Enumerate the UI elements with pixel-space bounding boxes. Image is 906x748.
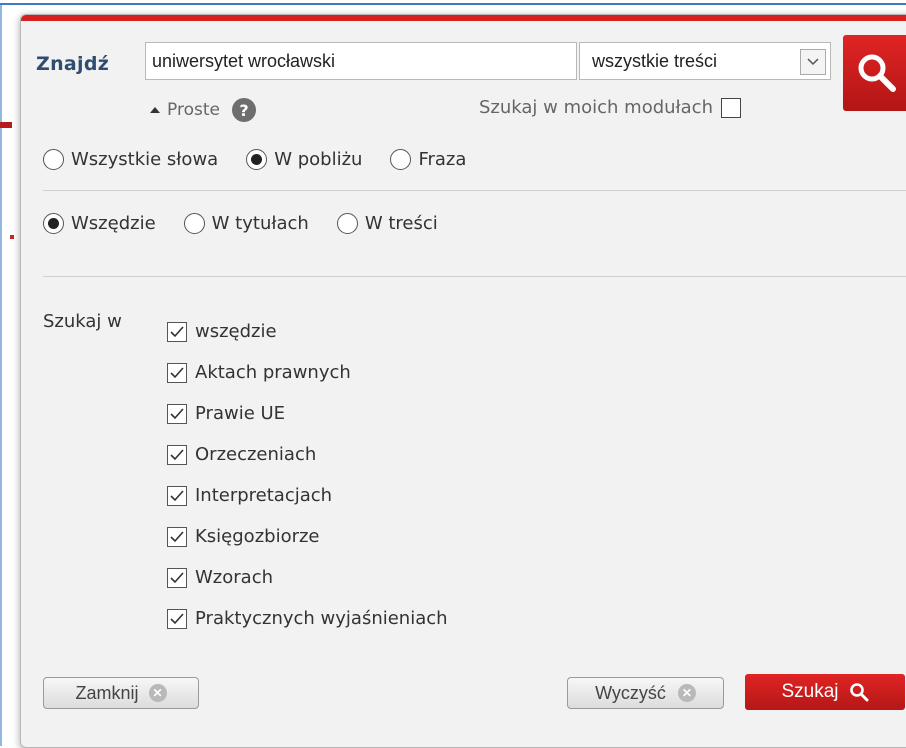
- check-icon: [170, 489, 184, 501]
- check-icon: [170, 612, 184, 624]
- divider: [43, 276, 906, 277]
- clear-button-label: Wyczyść: [595, 682, 666, 703]
- background-edge: [0, 0, 2, 746]
- radio-label: W treści: [364, 213, 438, 234]
- list-item[interactable]: Interpretacjach: [167, 475, 448, 516]
- close-button[interactable]: Zamknij ✕: [43, 677, 199, 709]
- list-item-label: Księgozbiorze: [195, 526, 320, 547]
- checkbox-checked[interactable]: [167, 608, 187, 629]
- scope-select-value: wszystkie treści: [592, 50, 718, 71]
- list-item-label: Orzeczeniach: [195, 444, 317, 465]
- list-item-label: Wzorach: [195, 567, 273, 588]
- checkbox-checked[interactable]: [167, 485, 187, 506]
- list-item-label: Prawie UE: [195, 403, 286, 424]
- search-button-label: Szukaj: [781, 681, 839, 702]
- panel-top-bar: [21, 15, 906, 21]
- check-icon: [170, 530, 184, 542]
- checkbox-checked[interactable]: [167, 362, 187, 383]
- close-icon: ✕: [677, 684, 696, 702]
- chevron-down-icon[interactable]: [800, 49, 826, 75]
- radio-button[interactable]: [43, 213, 64, 234]
- search-input[interactable]: [145, 42, 577, 80]
- list-item[interactable]: wszędzie: [167, 311, 448, 352]
- check-icon: [170, 325, 184, 337]
- radio-button[interactable]: [336, 213, 358, 234]
- my-modules-option[interactable]: Szukaj w moich modułach: [479, 97, 741, 118]
- radio-label: Wszystkie słowa: [71, 149, 219, 170]
- checkbox-checked[interactable]: [167, 526, 187, 547]
- radio-button[interactable]: [183, 213, 205, 234]
- radio-everywhere[interactable]: Wszędzie: [43, 213, 156, 234]
- list-item[interactable]: Orzeczeniach: [167, 434, 448, 475]
- scope-select[interactable]: wszystkie treści: [579, 42, 831, 80]
- list-item-label: wszędzie: [195, 321, 277, 342]
- radio-button[interactable]: [390, 149, 412, 170]
- divider: [43, 190, 906, 191]
- background-red-fragment: [0, 122, 12, 128]
- chevron-up-icon: [150, 107, 160, 113]
- radio-button[interactable]: [246, 149, 268, 170]
- radio-label: W pobliżu: [274, 149, 363, 170]
- list-item-label: Interpretacjach: [195, 485, 333, 506]
- close-button-label: Zamknij: [75, 682, 139, 703]
- simple-search-link[interactable]: Proste ?: [149, 98, 256, 122]
- list-item[interactable]: Prawie UE: [167, 393, 448, 434]
- radio-all-words[interactable]: Wszystkie słowa: [43, 149, 218, 170]
- location-group: Wszędzie W tytułach W treści: [43, 213, 466, 234]
- match-mode-group: Wszystkie słowa W pobliżu Fraza: [43, 149, 494, 170]
- checkbox-checked[interactable]: [167, 567, 187, 588]
- checkbox-checked[interactable]: [167, 444, 187, 465]
- my-modules-checkbox[interactable]: [721, 97, 741, 118]
- check-icon: [170, 571, 184, 583]
- radio-label: Wszędzie: [71, 213, 156, 234]
- search-icon: [849, 683, 869, 702]
- radio-in-titles[interactable]: W tytułach: [183, 213, 309, 234]
- search-in-label: Szukaj w: [43, 311, 122, 332]
- radio-label: W tytułach: [211, 213, 309, 234]
- check-icon: [170, 407, 184, 419]
- list-item[interactable]: Wzorach: [167, 557, 448, 598]
- check-icon: [170, 366, 184, 378]
- radio-in-content[interactable]: W treści: [336, 213, 438, 234]
- list-item[interactable]: Praktycznych wyjaśnieniach: [167, 598, 448, 639]
- help-icon[interactable]: ?: [231, 98, 256, 122]
- find-label: Znajdź: [36, 53, 110, 75]
- radio-nearby[interactable]: W pobliżu: [246, 149, 362, 170]
- check-icon: [170, 448, 184, 460]
- clear-button[interactable]: Wyczyść ✕: [567, 677, 724, 709]
- advanced-search-panel: Znajdź wszystkie treści Proste ? Szukaj …: [20, 14, 906, 748]
- radio-label: Fraza: [418, 149, 467, 170]
- my-modules-label: Szukaj w moich modułach: [479, 97, 713, 118]
- close-icon: ✕: [148, 684, 167, 702]
- radio-phrase[interactable]: Fraza: [390, 149, 466, 170]
- background-red-dot: [10, 235, 14, 239]
- list-item[interactable]: Księgozbiorze: [167, 516, 448, 557]
- search-button[interactable]: Szukaj: [745, 674, 905, 710]
- list-item[interactable]: Aktach prawnych: [167, 352, 448, 393]
- background-top-line: [0, 0, 906, 5]
- checkbox-checked[interactable]: [167, 403, 187, 424]
- list-item-label: Praktycznych wyjaśnieniach: [195, 608, 448, 629]
- search-icon: [858, 54, 896, 92]
- list-item-label: Aktach prawnych: [195, 362, 351, 383]
- checkbox-checked[interactable]: [167, 321, 187, 342]
- search-in-list: wszędzie Aktach prawnych Prawie UE Orzec…: [167, 311, 448, 639]
- search-icon-button[interactable]: [843, 35, 906, 111]
- simple-search-label: Proste: [167, 100, 220, 120]
- radio-button[interactable]: [43, 149, 64, 170]
